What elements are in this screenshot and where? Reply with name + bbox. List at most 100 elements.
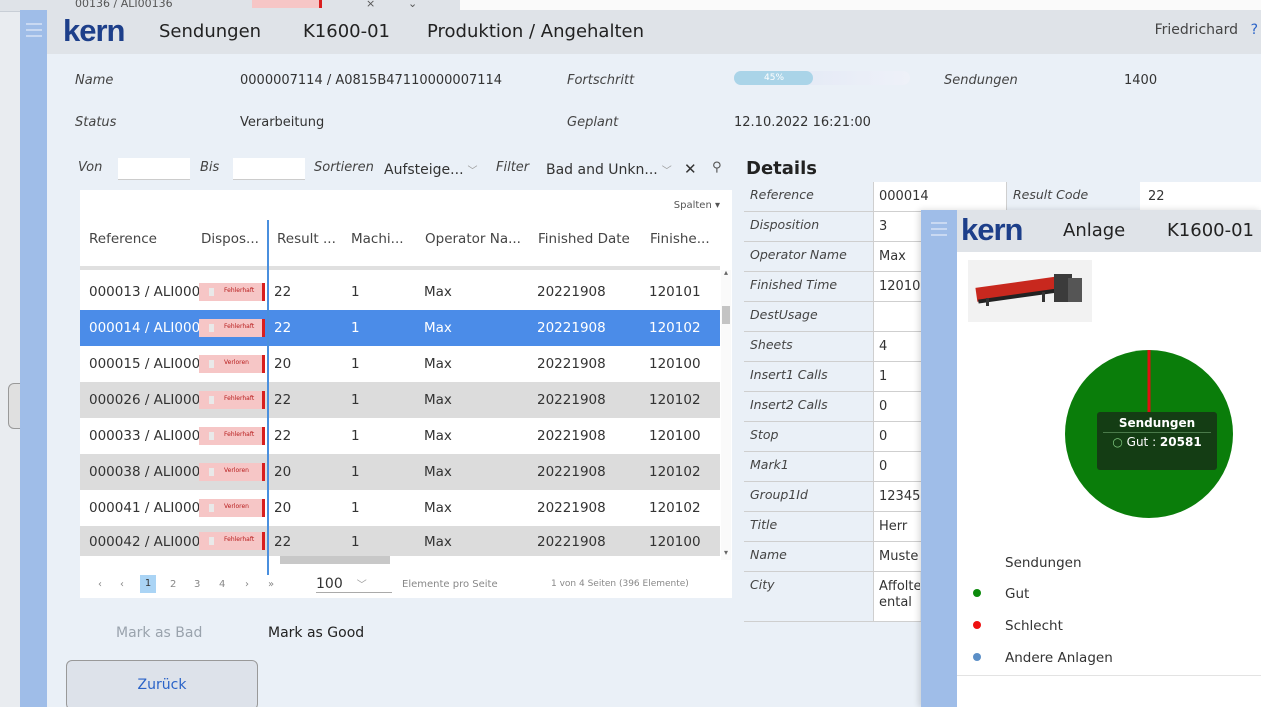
details-value: 22 [1140, 182, 1261, 211]
page-button[interactable]: 3 [194, 579, 200, 590]
background-chevron-icon: ⌄ [408, 0, 418, 10]
page-button[interactable]: 2 [170, 579, 176, 590]
table-row[interactable]: 000033 / ALI000 Fehlerhaft 22 1 Max 2022… [80, 418, 720, 454]
to-input[interactable] [233, 158, 305, 180]
details-label: Name [744, 542, 874, 571]
scroll-up-icon[interactable]: ▴ [721, 268, 731, 277]
details-value: 000014 [874, 182, 1006, 211]
search-icon[interactable]: ⚲ [712, 160, 722, 175]
cell-reference: 000041 / ALI000 [89, 500, 201, 516]
legend-dot-icon [973, 621, 981, 629]
from-input[interactable] [118, 158, 190, 180]
cell-reference: 000013 / ALI000 [89, 284, 201, 300]
overlay-title-bar: kern Anlage K1600-01 [957, 210, 1261, 252]
status-label: Status [75, 115, 117, 130]
column-header[interactable]: Operator Na... [425, 231, 521, 247]
column-header[interactable]: Dispos... [201, 231, 259, 247]
sort-select[interactable]: Aufsteige... ﹀ [384, 162, 478, 178]
machine-title: K1600-01 [303, 21, 391, 42]
cell-time: 120102 [649, 392, 701, 408]
legend-divider [957, 675, 1261, 676]
pager-summary: 1 von 4 Seiten (396 Elemente) [551, 579, 689, 589]
menu-icon[interactable] [931, 222, 947, 236]
filter-label: Filter [496, 160, 530, 175]
cell-result: 22 [274, 320, 292, 336]
status-badge: Verloren [199, 463, 265, 481]
table-row[interactable]: 000014 / ALI000 Fehlerhaft 22 1 Max 2022… [80, 310, 720, 346]
column-header[interactable]: Machi... [351, 231, 404, 247]
details-row: Reference 000014 Result Code 22 [744, 182, 1261, 212]
cell-time: 120102 [649, 464, 701, 480]
tooltip-label: Gut : [1126, 435, 1160, 449]
column-header[interactable]: Result ... [277, 231, 336, 247]
menu-icon[interactable] [26, 23, 42, 37]
scroll-down-icon[interactable]: ▾ [721, 548, 731, 557]
next-page-icon[interactable]: › [245, 579, 249, 590]
sendungen-value: 1400 [1124, 73, 1158, 88]
last-page-icon[interactable]: » [268, 579, 274, 590]
cell-machine: 1 [351, 320, 360, 336]
cell-reference: 000042 / ALI000 [89, 534, 201, 550]
legend-dot-icon [973, 653, 981, 661]
legend-item-schlecht[interactable]: Schlecht [973, 618, 1063, 634]
prev-page-icon[interactable]: ‹ [120, 579, 124, 590]
mark-good-button[interactable]: Mark as Good [268, 625, 364, 641]
progress-label: Fortschritt [567, 73, 635, 88]
table-row[interactable]: 000015 / ALI000 Verloren 20 1 Max 202219… [80, 346, 720, 382]
cell-result: 22 [274, 284, 292, 300]
cell-reference: 000014 / ALI000 [89, 320, 201, 336]
cell-reference: 000038 / ALI000 [89, 464, 201, 480]
status-badge: Verloren [199, 499, 265, 517]
overlay-machine-title: K1600-01 [1167, 220, 1255, 241]
columns-button[interactable]: Spalten ▾ [674, 200, 720, 211]
table-row[interactable]: 000042 / ALI000 Fehlerhaft 22 1 Max 2022… [80, 526, 720, 556]
to-label: Bis [200, 160, 220, 175]
tooltip-value-row: ○ Gut : 20581 [1103, 432, 1211, 449]
table-row[interactable]: 000013 / ALI000 Fehlerhaft 22 1 Max 2022… [80, 274, 720, 310]
planned-value: 12.10.2022 16:21:00 [734, 115, 871, 130]
title-bar: kern Sendungen K1600-01 Produktion / Ang… [47, 10, 1261, 54]
back-button[interactable]: Zurück [66, 660, 258, 707]
kern-logo: kern [961, 212, 1023, 247]
clear-filter-icon[interactable]: ✕ [684, 160, 697, 178]
cell-machine: 1 [351, 428, 360, 444]
page-button[interactable]: 4 [219, 579, 225, 590]
page-size-select[interactable]: 100 ﹀ [316, 576, 392, 593]
column-header[interactable]: Finishe... [650, 231, 710, 247]
vertical-scrollbar[interactable]: ▴ ▾ [721, 268, 731, 560]
cell-operator: Max [424, 500, 452, 516]
first-page-icon[interactable]: ‹ [98, 579, 102, 590]
table-row[interactable]: 000041 / ALI000 Verloren 20 1 Max 202219… [80, 490, 720, 526]
chevron-down-icon: ﹀ [467, 166, 478, 177]
cell-result: 22 [274, 428, 292, 444]
help-icon[interactable]: ? [1251, 22, 1258, 38]
background-row-text: 00136 / ALI00136 [75, 0, 173, 10]
legend-item-gut[interactable]: Gut [973, 586, 1029, 602]
legend-dot-icon [973, 589, 981, 597]
kern-logo: kern [63, 13, 125, 48]
badge-box [209, 468, 214, 476]
cell-operator: Max [424, 356, 452, 372]
table-row[interactable]: 000026 / ALI000 Fehlerhaft 22 1 Max 2022… [80, 382, 720, 418]
filter-select[interactable]: Bad and Unkn... ﹀ [546, 162, 672, 178]
table-row[interactable]: 000038 / ALI000 Verloren 20 1 Max 202219… [80, 454, 720, 490]
status-badge: Fehlerhaft [199, 532, 265, 550]
badge-text: Fehlerhaft [224, 323, 255, 330]
column-header[interactable]: Finished Date [538, 231, 630, 247]
column-header[interactable]: Reference [89, 231, 157, 247]
machine-image [968, 260, 1092, 322]
background-badge [252, 0, 322, 8]
status-badge: Fehlerhaft [199, 319, 265, 337]
mark-bad-button[interactable]: Mark as Bad [116, 625, 202, 641]
column-resize-handle[interactable] [267, 220, 269, 575]
legend-item-andere[interactable]: Andere Anlagen [973, 650, 1113, 666]
cell-time: 120102 [649, 500, 701, 516]
page-button[interactable]: 1 [140, 575, 156, 593]
details-label: Sheets [744, 332, 874, 361]
cell-result: 20 [274, 356, 292, 372]
cell-result: 22 [274, 534, 292, 550]
horizontal-scrollbar[interactable] [280, 556, 390, 564]
scrollbar-thumb[interactable] [722, 306, 730, 324]
cell-machine: 1 [351, 534, 360, 550]
user-name[interactable]: Friedrichard [1155, 22, 1238, 38]
